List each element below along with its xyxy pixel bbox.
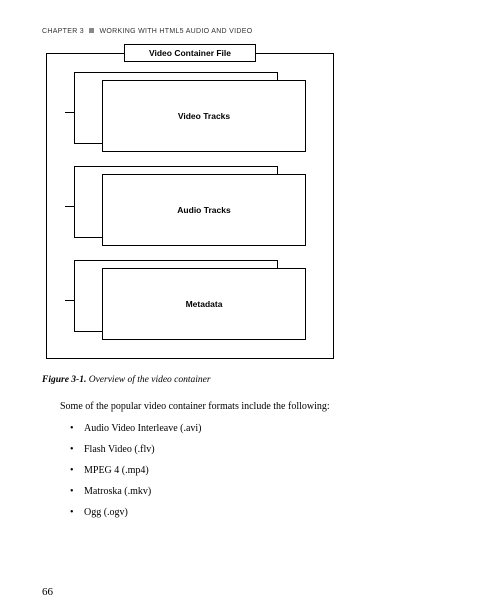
square-separator-icon bbox=[89, 28, 94, 33]
connector-line bbox=[65, 112, 74, 113]
stack-video-tracks: Video Tracks bbox=[74, 72, 306, 152]
chapter-number: CHAPTER 3 bbox=[42, 28, 84, 35]
list-item: MPEG 4 (.mp4) bbox=[84, 463, 458, 478]
connector-line bbox=[65, 300, 74, 301]
list-item: Matroska (.mkv) bbox=[84, 484, 458, 499]
figure-diagram: Video Container File Video Tracks Audio … bbox=[46, 53, 458, 359]
card-label: Audio Tracks bbox=[177, 205, 230, 215]
figure-title: Overview of the video container bbox=[89, 375, 211, 385]
card-front: Video Tracks bbox=[102, 80, 306, 152]
card-front: Audio Tracks bbox=[102, 174, 306, 246]
running-header: CHAPTER 3 WORKING WITH HTML5 AUDIO AND V… bbox=[42, 28, 458, 35]
lead-in-text: Some of the popular video container form… bbox=[60, 399, 458, 415]
formats-list: Audio Video Interleave (.avi) Flash Vide… bbox=[84, 421, 458, 520]
card-front: Metadata bbox=[102, 268, 306, 340]
list-item: Ogg (.ogv) bbox=[84, 505, 458, 520]
card-label: Metadata bbox=[186, 299, 223, 309]
card-label: Video Tracks bbox=[178, 111, 230, 121]
video-container-box: Video Container File Video Tracks Audio … bbox=[46, 53, 334, 359]
list-item: Audio Video Interleave (.avi) bbox=[84, 421, 458, 436]
connector-line bbox=[65, 206, 74, 207]
list-item: Flash Video (.flv) bbox=[84, 442, 458, 457]
figure-label: Figure 3-1. bbox=[42, 375, 86, 385]
chapter-title: WORKING WITH HTML5 AUDIO AND VIDEO bbox=[100, 28, 253, 35]
stack-audio-tracks: Audio Tracks bbox=[74, 166, 306, 246]
stack-metadata: Metadata bbox=[74, 260, 306, 340]
figure-caption: Figure 3-1. Overview of the video contai… bbox=[42, 375, 458, 385]
page-number: 66 bbox=[42, 586, 53, 598]
container-title: Video Container File bbox=[124, 44, 256, 62]
